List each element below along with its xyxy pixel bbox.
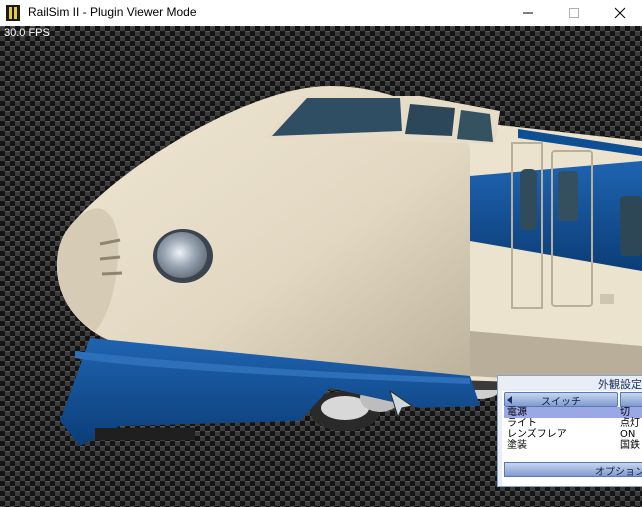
title-bar: RailSim II - Plugin Viewer Mode — [0, 0, 642, 27]
setting-value: 切 — [620, 407, 630, 418]
setting-key: レンズフレア — [507, 429, 567, 440]
setting-key: 塗装 — [507, 440, 527, 451]
switch-section-header[interactable]: スイッチ — [504, 392, 618, 408]
maximize-icon — [569, 8, 579, 18]
maximize-button[interactable] — [551, 0, 597, 26]
panel-title: 外観設定 — [598, 378, 642, 391]
close-icon — [614, 7, 626, 19]
setting-row-lens-flare[interactable]: レンズフレア ON — [504, 429, 642, 440]
minimize-icon — [523, 12, 533, 14]
setting-row-power[interactable]: 電源 切 — [504, 407, 642, 418]
option-section-label: オプション — [595, 467, 642, 478]
setting-value: 点灯 — [620, 418, 640, 429]
setting-row-paint[interactable]: 塗装 国鉄 — [504, 440, 642, 451]
fps-counter: 30.0 FPS — [4, 27, 50, 39]
option-section-header[interactable]: オプション — [504, 462, 642, 478]
section-header-extension — [620, 392, 642, 407]
minimize-button[interactable] — [505, 0, 551, 26]
setting-key: 電源 — [507, 407, 527, 418]
switch-section-label: スイッチ — [541, 397, 581, 408]
setting-key: ライト — [507, 418, 537, 429]
window-title: RailSim II - Plugin Viewer Mode — [28, 5, 197, 19]
close-button[interactable] — [597, 0, 642, 26]
appearance-settings-panel: 外観設定 スイッチ 電源 切 ライト 点灯 レンズフレア ON 塗装 国鉄 オプ… — [497, 375, 642, 487]
setting-row-light[interactable]: ライト 点灯 — [504, 418, 642, 429]
railsim-app-icon — [6, 5, 20, 21]
setting-value: 国鉄 — [620, 440, 640, 451]
panel-body: スイッチ 電源 切 ライト 点灯 レンズフレア ON 塗装 国鉄 オプション — [502, 391, 642, 486]
setting-value: ON — [620, 429, 636, 440]
